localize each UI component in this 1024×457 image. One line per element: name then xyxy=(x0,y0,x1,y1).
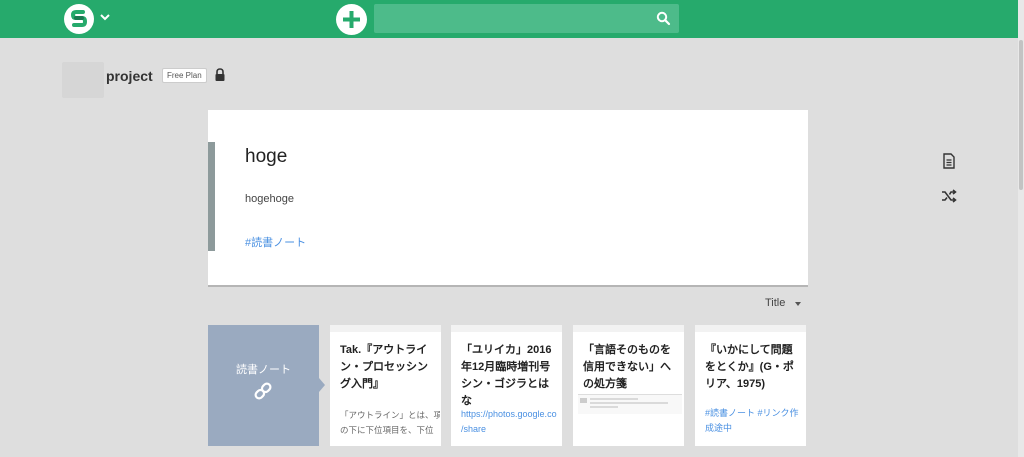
card-tags[interactable]: #読書ノート #リンク作成途中 xyxy=(705,406,805,436)
sort-caret-icon[interactable] xyxy=(795,302,801,306)
card-title: 『いかにして問題をとくか』(G・ポリア、1975) xyxy=(705,344,794,390)
chevron-down-icon[interactable] xyxy=(100,11,110,25)
page-card-eureka[interactable]: 「ユリイカ」2016年12月臨時増刊号 シン・ゴジラとはな https://ph… xyxy=(451,325,562,446)
new-page-button[interactable] xyxy=(336,4,367,35)
card-title: Tak.『アウトライン・プロセッシング入門』 xyxy=(340,344,428,390)
page-scrollbar[interactable] xyxy=(1018,0,1024,457)
header-bar xyxy=(0,0,1018,38)
scrapbox-logo-icon[interactable] xyxy=(64,4,94,34)
plus-icon xyxy=(343,11,360,28)
page-tag-link[interactable]: #読書ノート xyxy=(245,234,306,250)
page-line[interactable]: hogehoge xyxy=(245,193,294,205)
card-title: 「ユリイカ」2016年12月臨時増刊号 シン・ゴジラとはな xyxy=(461,344,552,407)
tag-card[interactable]: 読書ノート xyxy=(208,325,325,446)
search-icon[interactable] xyxy=(656,11,671,26)
project-name[interactable]: project xyxy=(106,68,153,84)
plan-badge: Free Plan xyxy=(162,68,207,83)
search-input[interactable] xyxy=(374,4,679,33)
page-card-language[interactable]: 「言語そのものを信用できない」への処方箋 xyxy=(573,325,684,446)
page-quote-bar xyxy=(208,142,215,251)
page-card-outline[interactable]: Tak.『アウトライン・プロセッシング入門』 「アウトライン」とは、項目 の下に… xyxy=(330,325,441,446)
page-card[interactable]: hoge hogehoge #読書ノート xyxy=(208,110,808,285)
scrollbar-thumb[interactable] xyxy=(1019,40,1023,190)
text-document-icon[interactable] xyxy=(941,153,957,169)
sort-label[interactable]: Title xyxy=(765,297,785,309)
card-thumbnail xyxy=(578,394,682,414)
shuffle-icon[interactable] xyxy=(941,188,957,204)
tag-card-title: 読書ノート xyxy=(236,364,291,376)
tag-card-arrow xyxy=(319,378,325,392)
project-avatar xyxy=(62,62,104,98)
card-description: 「アウトライン」とは、項目 の下に下位項目を、下位 xyxy=(340,410,440,435)
lock-icon xyxy=(215,68,225,81)
link-icon xyxy=(254,382,272,400)
card-url-link[interactable]: https://photos.google.co /share xyxy=(461,407,562,437)
page-title[interactable]: hoge xyxy=(245,146,287,168)
page-card-polya[interactable]: 『いかにして問題をとくか』(G・ポリア、1975) #読書ノート #リンク作成途… xyxy=(695,325,806,446)
card-title: 「言語そのものを信用できない」への処方箋 xyxy=(583,344,671,390)
